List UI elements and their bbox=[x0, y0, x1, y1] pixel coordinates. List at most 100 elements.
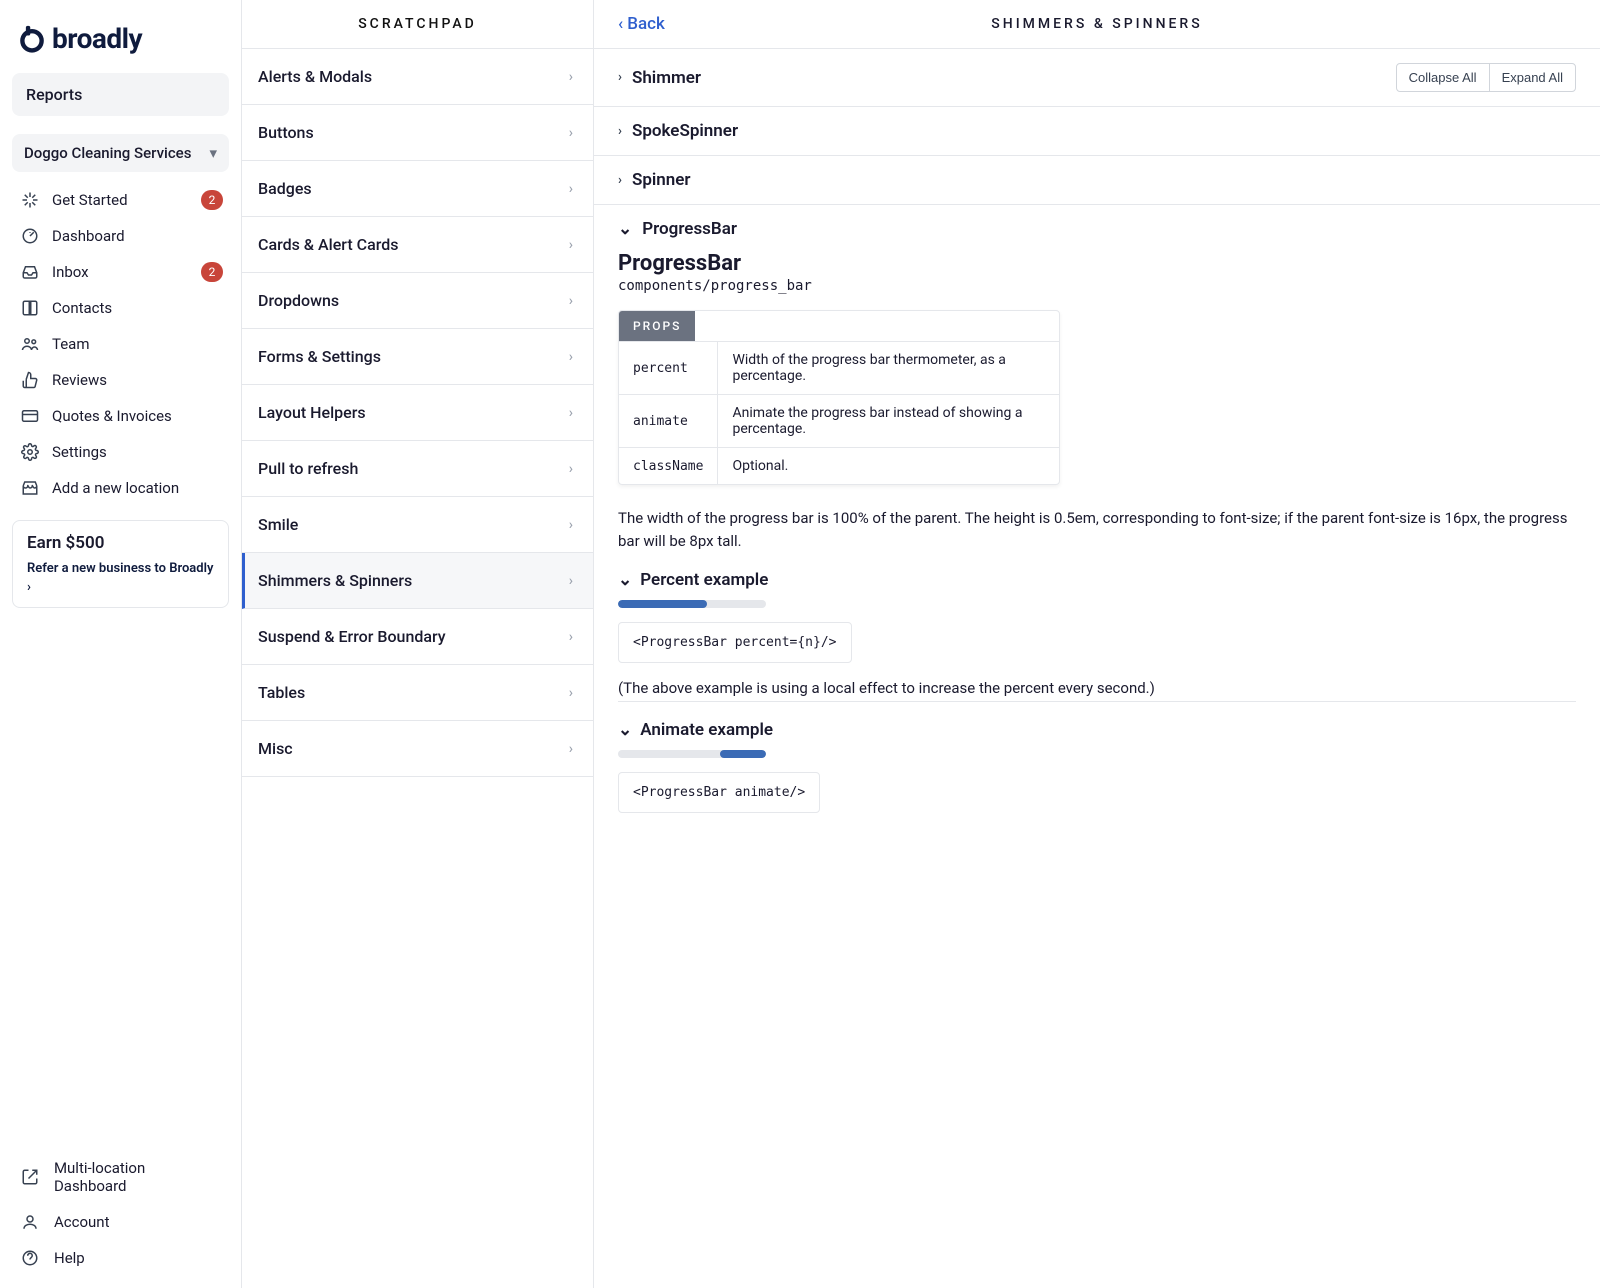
chevron-right-icon: › bbox=[569, 125, 573, 141]
nav-label: Account bbox=[54, 1213, 110, 1231]
nav-label: Team bbox=[52, 335, 90, 353]
category-item[interactable]: Pull to refresh› bbox=[242, 441, 593, 497]
category-item[interactable]: Cards & Alert Cards› bbox=[242, 217, 593, 273]
reports-label: Reports bbox=[26, 85, 82, 104]
category-item[interactable]: Smile › bbox=[242, 497, 593, 553]
card-icon bbox=[20, 407, 40, 425]
chevron-right-icon: › bbox=[618, 173, 622, 188]
prop-name: percent bbox=[619, 342, 718, 395]
main-nav: Get Started 2 Dashboard Inbox 2 Contacts… bbox=[12, 182, 229, 506]
section-toggle[interactable]: › Spinner bbox=[618, 170, 691, 190]
chevron-down-icon: ⌄ bbox=[618, 219, 632, 239]
nav-label: Add a new location bbox=[52, 479, 179, 497]
category-list: Alerts & Modals›Buttons›Badges›Cards & A… bbox=[242, 48, 593, 777]
category-item[interactable]: Layout Helpers› bbox=[242, 385, 593, 441]
nav-inbox[interactable]: Inbox 2 bbox=[12, 254, 229, 290]
chevron-right-icon: › bbox=[27, 580, 31, 595]
expand-all-button[interactable]: Expand All bbox=[1489, 63, 1576, 92]
back-button[interactable]: ‹ Back bbox=[618, 14, 665, 34]
section-progressbar: ⌄ ProgressBar ProgressBar components/pro… bbox=[594, 205, 1600, 853]
table-row: animate Animate the progress bar instead… bbox=[619, 395, 1059, 448]
prop-desc: Optional. bbox=[718, 448, 1059, 485]
nav-dashboard[interactable]: Dashboard bbox=[12, 218, 229, 254]
category-label: Alerts & Modals bbox=[258, 67, 372, 86]
bottom-nav: Multi-location Dashboard Account Help bbox=[12, 1150, 229, 1276]
nav-contacts[interactable]: Contacts bbox=[12, 290, 229, 326]
category-label: Smile bbox=[258, 515, 298, 534]
section-label: SpokeSpinner bbox=[632, 121, 738, 141]
reports-link[interactable]: Reports bbox=[12, 73, 229, 116]
sparkle-icon bbox=[20, 191, 40, 209]
chevron-right-icon: › bbox=[569, 629, 573, 645]
detail-header: ‹ Back SHIMMERS & SPINNERS bbox=[594, 0, 1600, 49]
table-row: className Optional. bbox=[619, 448, 1059, 485]
category-label: Badges bbox=[258, 179, 312, 198]
thumbs-up-icon bbox=[20, 371, 40, 389]
category-item[interactable]: Badges› bbox=[242, 161, 593, 217]
chevron-right-icon: › bbox=[569, 461, 573, 477]
category-label: Cards & Alert Cards bbox=[258, 235, 398, 254]
bottom-help[interactable]: Help bbox=[12, 1240, 229, 1276]
section-spinner: › Spinner bbox=[594, 156, 1600, 205]
chevron-right-icon: › bbox=[569, 349, 573, 365]
body-text: The width of the progress bar is 100% of… bbox=[618, 507, 1576, 552]
section-label: Shimmer bbox=[632, 68, 701, 88]
nav-settings[interactable]: Settings bbox=[12, 434, 229, 470]
category-label: Suspend & Error Boundary bbox=[258, 627, 446, 646]
section-spokespinner: › SpokeSpinner bbox=[594, 107, 1600, 156]
logo-mark-icon bbox=[18, 25, 46, 53]
category-label: Dropdowns bbox=[258, 291, 339, 310]
category-item[interactable]: Shimmers & Spinners› bbox=[242, 553, 593, 609]
nav-label: Settings bbox=[52, 443, 107, 461]
section-toggle[interactable]: › SpokeSpinner bbox=[618, 121, 738, 141]
chevron-right-icon: › bbox=[569, 405, 573, 421]
bottom-multilocation[interactable]: Multi-location Dashboard bbox=[12, 1150, 229, 1204]
earn-promo[interactable]: Earn $500 Refer a new business to Broadl… bbox=[12, 520, 229, 608]
nav-team[interactable]: Team bbox=[12, 326, 229, 362]
logo-text: broadly bbox=[52, 22, 142, 55]
prop-desc: Width of the progress bar thermometer, a… bbox=[718, 342, 1059, 395]
store-icon bbox=[20, 479, 40, 497]
chevron-down-icon: ⌄ bbox=[618, 570, 632, 590]
nav-add-location[interactable]: Add a new location bbox=[12, 470, 229, 506]
nav-quotes[interactable]: Quotes & Invoices bbox=[12, 398, 229, 434]
earn-title: Earn $500 bbox=[27, 533, 214, 553]
gear-icon bbox=[20, 443, 40, 461]
section-toggle[interactable]: › Shimmer bbox=[618, 68, 701, 88]
chevron-right-icon: › bbox=[569, 741, 573, 757]
scratchpad-title: SCRATCHPAD bbox=[242, 0, 593, 48]
logo[interactable]: broadly bbox=[12, 18, 229, 73]
caret-down-icon: ▾ bbox=[209, 144, 217, 162]
category-item[interactable]: Alerts & Modals › bbox=[242, 49, 593, 105]
category-item[interactable]: Tables › bbox=[242, 665, 593, 721]
subsection-animate[interactable]: ⌄ Animate example bbox=[618, 720, 1576, 740]
divider bbox=[618, 701, 1576, 702]
chevron-right-icon: › bbox=[569, 517, 573, 533]
section-shimmer: › Shimmer Collapse All Expand All bbox=[594, 49, 1600, 107]
category-item[interactable]: Dropdowns› bbox=[242, 273, 593, 329]
category-item[interactable]: Forms & Settings› bbox=[242, 329, 593, 385]
category-item[interactable]: Buttons› bbox=[242, 105, 593, 161]
org-selector[interactable]: Doggo Cleaning Services ▾ bbox=[12, 134, 229, 172]
nav-label: Multi-location Dashboard bbox=[54, 1159, 221, 1195]
category-item[interactable]: Misc› bbox=[242, 721, 593, 777]
people-icon bbox=[20, 335, 40, 353]
earn-link[interactable]: Refer a new business to Broadly › bbox=[27, 561, 213, 595]
back-label: Back bbox=[627, 14, 665, 34]
prop-name: animate bbox=[619, 395, 718, 448]
collapse-all-button[interactable]: Collapse All bbox=[1396, 63, 1490, 92]
org-name: Doggo Cleaning Services bbox=[24, 144, 191, 162]
sub-label: Percent example bbox=[640, 570, 768, 590]
chevron-right-icon: › bbox=[569, 573, 573, 589]
category-label: Tables bbox=[258, 683, 305, 702]
external-link-icon bbox=[20, 1168, 40, 1186]
chevron-right-icon: › bbox=[569, 685, 573, 701]
sub-label: Animate example bbox=[640, 720, 773, 740]
subsection-percent[interactable]: ⌄ Percent example bbox=[618, 570, 1576, 590]
nav-reviews[interactable]: Reviews bbox=[12, 362, 229, 398]
section-toggle[interactable]: ⌄ ProgressBar bbox=[618, 219, 1576, 239]
nav-get-started[interactable]: Get Started 2 bbox=[12, 182, 229, 218]
chevron-right-icon: › bbox=[569, 69, 573, 85]
bottom-account[interactable]: Account bbox=[12, 1204, 229, 1240]
category-item[interactable]: Suspend & Error Boundary › bbox=[242, 609, 593, 665]
